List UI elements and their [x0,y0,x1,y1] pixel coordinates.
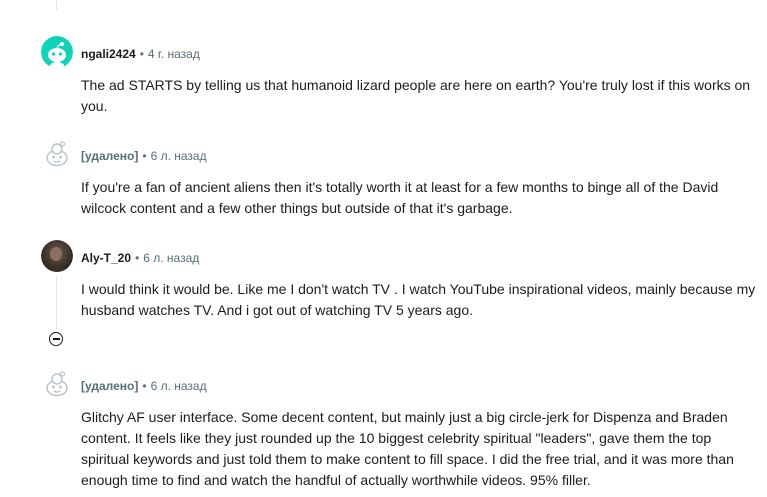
deleted-user-avatar-icon [41,368,73,400]
timestamp[interactable]: 6 л. назад [151,379,207,393]
snoo-avatar-icon[interactable] [41,36,73,68]
collapse-thread-icon[interactable] [49,332,63,346]
separator: • [142,149,147,163]
timestamp[interactable]: 6 л. назад [143,251,199,265]
thread-line [56,276,57,330]
thread-line [56,0,57,10]
timestamp[interactable]: 6 л. назад [151,149,207,163]
author-name[interactable]: Aly-T_20 [81,251,131,265]
comment-meta: Aly-T_20 • 6 л. назад [81,250,199,266]
separator: • [142,379,147,393]
comment-body: I would think it would be. Like me I don… [81,281,756,318]
author-name: [удалено] [81,149,139,163]
comment-body: If you're a fan of ancient aliens then i… [81,179,719,216]
comment-body: Glitchy AF user interface. Some decent c… [81,409,734,488]
comment-meta: ngali2424 • 4 г. назад [81,46,200,62]
timestamp[interactable]: 4 г. назад [148,47,200,61]
user-photo-avatar-icon[interactable] [41,240,73,272]
comment-meta: [удалено] • 6 л. назад [81,378,207,394]
author-name[interactable]: ngali2424 [81,47,136,61]
author-name: [удалено] [81,379,139,393]
comment-meta: [удалено] • 6 л. назад [81,148,207,164]
separator: • [139,47,144,61]
deleted-user-avatar-icon [41,138,73,170]
separator: • [135,251,140,265]
comment-body: The ad STARTS by telling us that humanoi… [81,77,751,114]
